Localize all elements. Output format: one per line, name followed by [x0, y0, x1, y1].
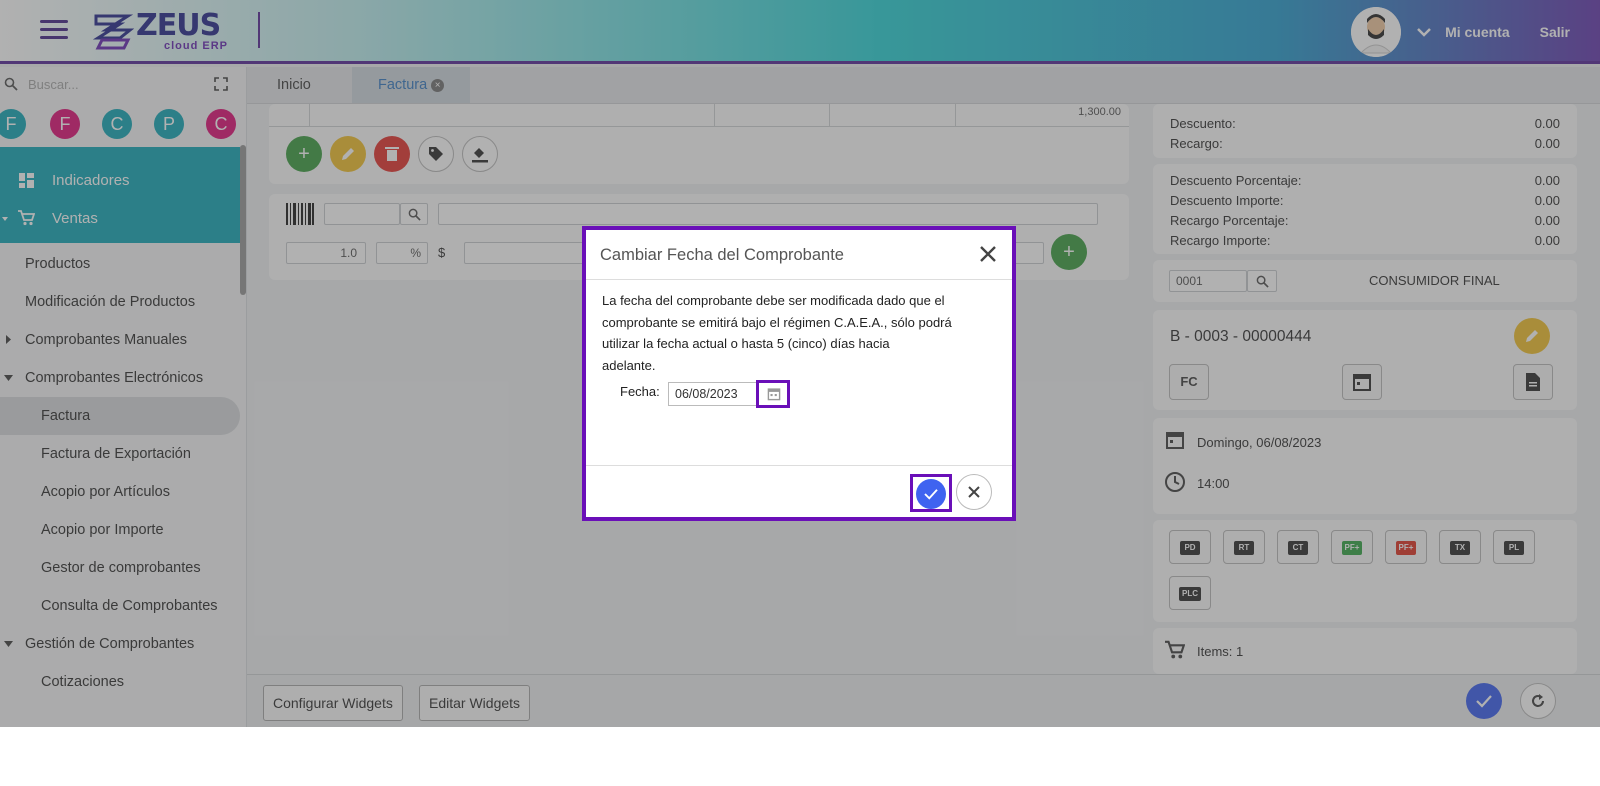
date-label: Fecha: — [620, 384, 660, 399]
dialog-message-line: utilizar la fecha actual o hasta 5 (cinc… — [602, 336, 890, 351]
calendar-icon — [767, 388, 781, 401]
dialog-message-line: adelante. — [602, 357, 656, 373]
check-icon — [924, 489, 938, 500]
dialog-message-line: La fecha del comprobante debe ser modifi… — [602, 293, 945, 308]
dialog-divider — [586, 465, 1012, 466]
dialog-divider — [586, 279, 1012, 280]
change-date-dialog: Cambiar Fecha del Comprobante La fecha d… — [582, 226, 1016, 521]
date-input[interactable]: 06/08/2023 — [668, 382, 758, 406]
dialog-message: La fecha del comprobante debe ser modifi… — [602, 290, 962, 376]
confirm-button[interactable] — [916, 479, 946, 509]
dialog-message-line: comprobante se emitirá bajo el régimen C… — [602, 314, 952, 330]
confirm-highlight — [910, 474, 952, 512]
close-icon — [968, 486, 980, 498]
date-picker-button[interactable] — [756, 380, 790, 408]
cancel-button[interactable] — [956, 474, 992, 510]
app-window: ZEUS cloud ERP Mi cuenta Salir Buscar... — [0, 0, 1600, 727]
close-icon[interactable] — [976, 242, 1000, 266]
dialog-title: Cambiar Fecha del Comprobante — [600, 246, 844, 264]
